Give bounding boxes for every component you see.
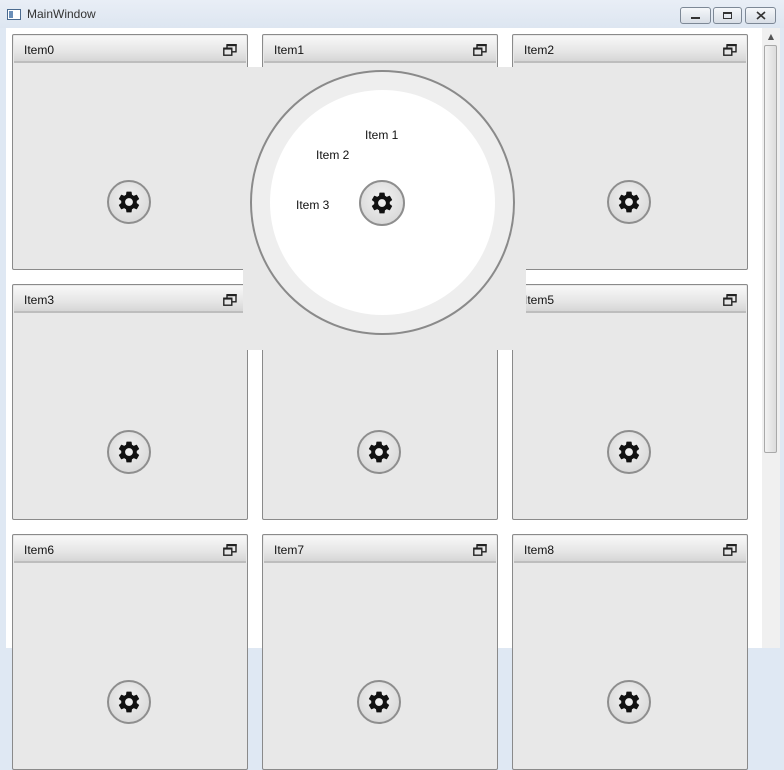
settings-button[interactable] [357, 430, 401, 474]
close-button[interactable] [745, 7, 776, 24]
settings-button[interactable] [107, 680, 151, 724]
panel-header[interactable]: Item0 [14, 36, 246, 63]
panel-title: Item8 [524, 543, 555, 557]
maximize-icon [723, 12, 732, 19]
panel-header[interactable]: Item7 [264, 536, 496, 563]
restore-window-icon[interactable] [473, 44, 487, 56]
panel-item6: Item6 [12, 534, 248, 770]
gear-icon [116, 189, 142, 215]
panel-item3: Item3 [12, 284, 248, 520]
vertical-scrollbar[interactable]: ▲ [762, 28, 780, 648]
gear-icon [366, 439, 392, 465]
restore-window-icon[interactable] [723, 294, 737, 306]
panel-title: Item2 [524, 43, 555, 57]
panel-title: Item0 [24, 43, 55, 57]
settings-button[interactable] [607, 180, 651, 224]
panel-item7: Item7 [262, 534, 498, 770]
panel-header[interactable]: Item1 [264, 36, 496, 63]
minimize-icon [691, 17, 700, 19]
restore-window-icon[interactable] [473, 544, 487, 556]
panel-title: Item1 [274, 43, 305, 57]
restore-window-icon[interactable] [223, 544, 237, 556]
maximize-button[interactable] [713, 7, 742, 24]
restore-window-icon[interactable] [723, 44, 737, 56]
scroll-up-arrow-icon[interactable]: ▲ [762, 28, 780, 45]
panel-header[interactable]: Item5 [514, 286, 746, 313]
panel-header[interactable]: Item3 [14, 286, 246, 313]
panel-item2: Item2 [512, 34, 748, 270]
panel-title: Item5 [524, 293, 555, 307]
gear-icon [369, 190, 395, 216]
restore-window-icon[interactable] [723, 544, 737, 556]
settings-button[interactable] [607, 680, 651, 724]
radial-menu-item-3[interactable]: Item 3 [296, 198, 329, 212]
panel-item5: Item5 [512, 284, 748, 520]
settings-button[interactable] [357, 680, 401, 724]
gear-icon [116, 439, 142, 465]
panel-title: Item6 [24, 543, 55, 557]
close-icon [746, 8, 775, 23]
scroll-thumb[interactable] [764, 45, 777, 453]
window-title: MainWindow [27, 7, 96, 21]
restore-window-icon[interactable] [223, 44, 237, 56]
radial-menu-item-2[interactable]: Item 2 [316, 148, 349, 162]
restore-window-icon[interactable] [223, 294, 237, 306]
panel-title: Item3 [24, 293, 55, 307]
radial-menu-item-1[interactable]: Item 1 [365, 128, 398, 142]
panel-item8: Item8 [512, 534, 748, 770]
window-app-icon[interactable] [7, 9, 21, 20]
panel-item0: Item0 [12, 34, 248, 270]
radial-menu-center-button[interactable] [359, 180, 405, 226]
panel-title: Item7 [274, 543, 305, 557]
window-frame-right [780, 28, 784, 648]
gear-icon [366, 689, 392, 715]
settings-button[interactable] [607, 430, 651, 474]
gear-icon [616, 189, 642, 215]
title-bar[interactable]: MainWindow [0, 0, 784, 28]
settings-button[interactable] [107, 180, 151, 224]
gear-icon [616, 439, 642, 465]
panel-header[interactable]: Item8 [514, 536, 746, 563]
gear-icon [616, 689, 642, 715]
panel-header[interactable]: Item6 [14, 536, 246, 563]
gear-icon [116, 689, 142, 715]
settings-button[interactable] [107, 430, 151, 474]
minimize-button[interactable] [680, 7, 711, 24]
panel-header[interactable]: Item2 [514, 36, 746, 63]
